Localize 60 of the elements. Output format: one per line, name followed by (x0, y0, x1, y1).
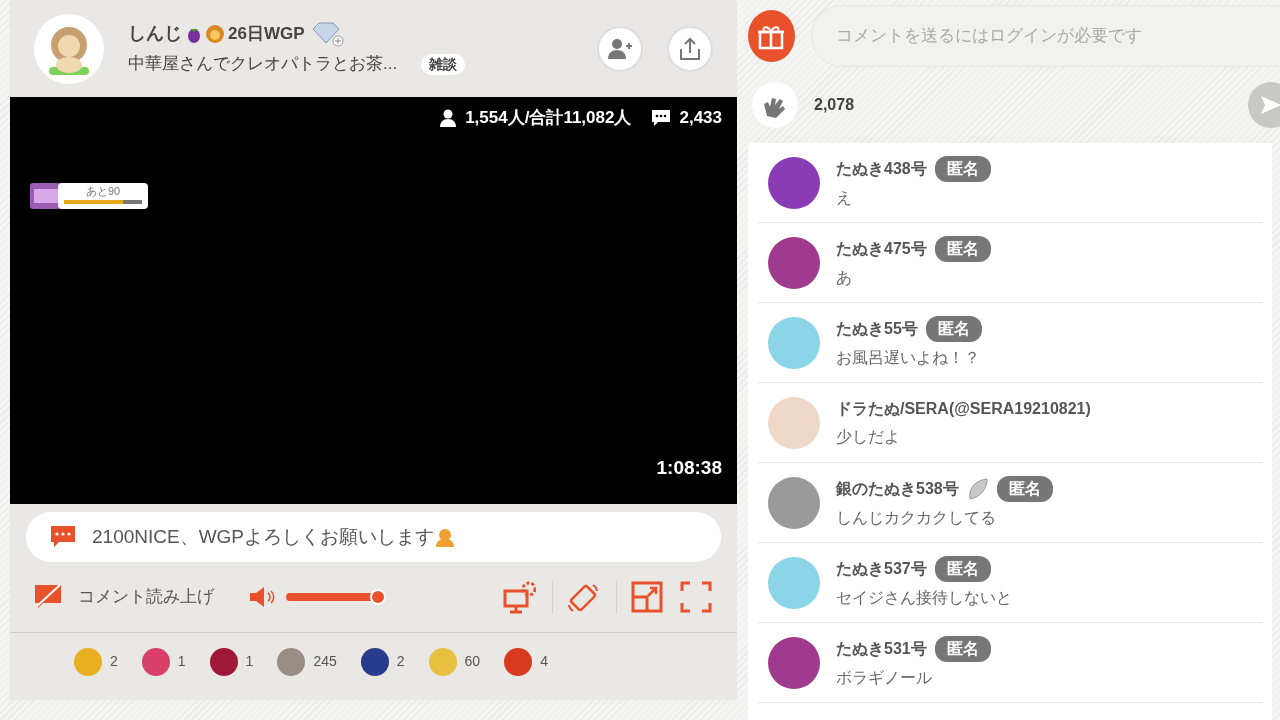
gift-count: 1 (245, 652, 254, 671)
bowing-person-icon (434, 526, 457, 548)
anonymous-tag: 匿名 (934, 635, 991, 662)
picture-in-picture-icon (631, 580, 664, 614)
person-icon (439, 108, 458, 127)
comment-text: ボラギノール (836, 667, 933, 688)
anonymous-tag: 匿名 (934, 155, 991, 182)
person-add-icon (607, 37, 633, 60)
comment-text: セイジさん接待しないと (836, 587, 1012, 608)
viewer-count: 1,554人/合計11,082人 (465, 107, 632, 129)
user-name: ドラたぬ/SERA(@SERA19210821) (836, 398, 1091, 419)
send-icon (1259, 94, 1280, 116)
gift-count: 60 (464, 652, 481, 671)
rank-label: 26日WGP (228, 23, 305, 45)
comment-count: 2,433 (679, 107, 722, 129)
user-name: たぬき537号 (836, 558, 927, 579)
volume-slider[interactable] (286, 589, 386, 605)
anonymous-tag: 匿名 (934, 235, 991, 262)
speech-off-icon (34, 584, 62, 610)
comment-text: え (836, 187, 853, 208)
comment-icon (651, 108, 672, 127)
comment-input[interactable]: コメントを送るにはログインが必要です (810, 4, 1280, 67)
pinned-message: 2100NICE、WGPよろしくお願いします (92, 524, 435, 549)
comment-text: しんじカクカクしてる (836, 507, 997, 528)
clap-button[interactable] (752, 82, 798, 128)
user-name: たぬき531号 (836, 638, 927, 659)
elapsed-time: 1:08:38 (656, 455, 722, 480)
fullscreen-icon (680, 580, 713, 614)
comment-icon (50, 525, 76, 549)
gift-count: 4 (540, 652, 548, 671)
rotate-button[interactable] (552, 580, 600, 614)
comment-text: お風呂遅いよね！？ (836, 347, 981, 368)
read-aloud-toggle[interactable]: コメント読み上げ (34, 584, 214, 610)
user-name: たぬき55号 (836, 318, 918, 339)
gift-count: 2 (396, 652, 405, 671)
screen-settings-button[interactable] (503, 580, 536, 614)
anonymous-tag: 匿名 (934, 555, 991, 582)
anonymous-tag: 匿名 (925, 315, 982, 342)
gift-button[interactable] (748, 9, 795, 62)
follow-button[interactable] (597, 25, 643, 72)
clap-count: 2,078 (814, 95, 855, 115)
goal-badge-icon (30, 183, 62, 209)
picture-in-picture-button[interactable] (616, 580, 664, 614)
user-name: 銀のたぬき538号 (836, 478, 959, 499)
stream-title: 中華屋さんでクレオパトラとお茶... (128, 53, 398, 76)
category-tag: 雑談 (421, 53, 466, 75)
fullscreen-button[interactable] (680, 580, 713, 614)
comment-text: あ (836, 267, 853, 288)
streamer-name: しんじ (128, 22, 182, 46)
share-icon (678, 36, 702, 61)
share-button[interactable] (667, 25, 713, 72)
anonymous-tag: 匿名 (996, 475, 1053, 502)
user-name: たぬき438号 (836, 158, 927, 179)
screen-settings-icon (503, 580, 536, 614)
gift-count: 1 (177, 652, 186, 671)
comment-text: 少しだよ (836, 426, 901, 447)
user-name: たぬき475号 (836, 238, 927, 259)
gift-count: 245 (313, 652, 337, 671)
goal-label: あと90 (84, 184, 122, 199)
gift-count: 2 (110, 652, 118, 671)
